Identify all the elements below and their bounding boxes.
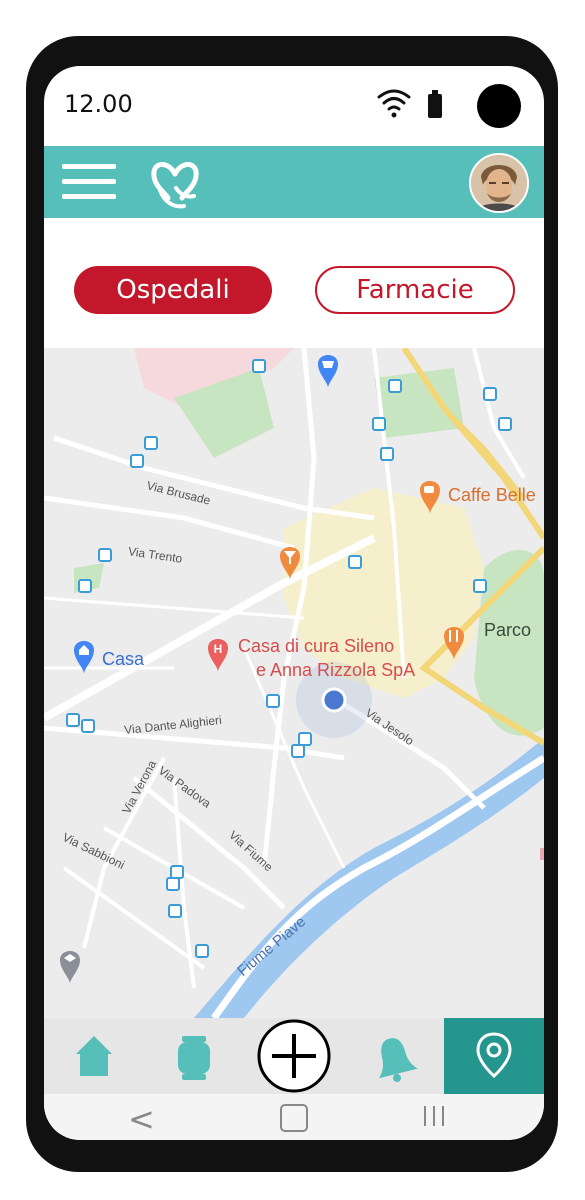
heart-hands-logo-icon [151, 162, 199, 209]
svg-text:H: H [214, 642, 223, 656]
home-square-icon[interactable] [280, 1104, 308, 1132]
home-label: Casa [102, 649, 145, 669]
nav-notifications[interactable] [344, 1018, 444, 1094]
current-location-dot [321, 687, 347, 713]
add-circle-icon [257, 1019, 331, 1093]
avatar-photo [471, 155, 527, 211]
filter-bar: Ospedali Farmacie [44, 218, 544, 348]
status-time: 12.00 [64, 90, 133, 118]
back-button[interactable]: < [128, 1100, 155, 1138]
system-navigation-bar: < [44, 1094, 544, 1140]
location-pin-icon [476, 1032, 512, 1078]
phone-screen: 12.00 Ospedali Farmacie H Via Brusade Vi… [44, 66, 544, 1140]
nav-home[interactable] [44, 1018, 144, 1094]
bottom-navigation [44, 1018, 544, 1094]
recents-icon[interactable] [424, 1106, 446, 1126]
user-avatar[interactable] [469, 153, 529, 213]
map-view[interactable]: H Via Brusade Via Trento Via Dante Aligh… [44, 348, 544, 1018]
app-header [44, 146, 544, 218]
hospital-name-line1[interactable]: Casa di cura Sileno [238, 636, 394, 657]
bell-icon [378, 1038, 418, 1082]
nav-map[interactable] [444, 1018, 544, 1094]
park-area [374, 368, 464, 438]
wifi-icon [377, 89, 411, 118]
home-icon [76, 1036, 112, 1076]
smartwatch-icon [178, 1036, 210, 1080]
hamburger-menu-icon[interactable] [62, 162, 116, 202]
front-camera [477, 84, 521, 128]
nav-watch[interactable] [144, 1018, 244, 1094]
pharmacies-filter-button[interactable]: Farmacie [315, 266, 515, 314]
park-label: Parco [484, 620, 532, 640]
battery-icon [428, 90, 442, 118]
cafe-label: Caffe Belle [448, 485, 536, 505]
hospitals-filter-button[interactable]: Ospedali [74, 266, 272, 314]
status-bar: 12.00 [44, 66, 544, 146]
hospital-name-line2[interactable]: e Anna Rizzola SpA [256, 660, 415, 681]
nav-add[interactable] [244, 1018, 344, 1094]
